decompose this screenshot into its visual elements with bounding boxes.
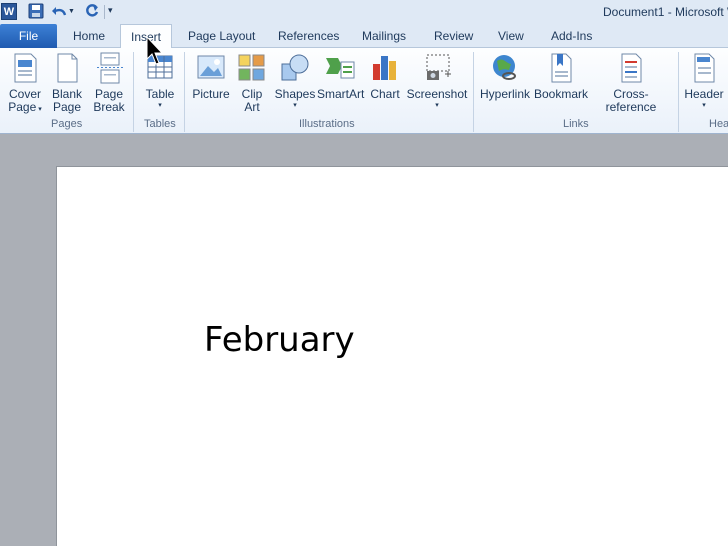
group-divider (678, 52, 679, 132)
cross-reference-icon (621, 53, 642, 83)
window-title: Document1 - Microsoft Word (603, 5, 728, 19)
header-button[interactable]: Header ▾ (684, 52, 724, 110)
header-label: Header (684, 87, 724, 101)
tab-add-ins[interactable]: Add-Ins (551, 24, 592, 48)
group-divider (184, 52, 185, 132)
word-app-icon[interactable]: W (1, 3, 17, 20)
clip-art-label-2: Art (244, 100, 260, 114)
header-icon (694, 53, 715, 83)
hyperlink-button[interactable]: Hyperlink (478, 52, 532, 101)
blank-page-icon (57, 53, 78, 83)
page-break-icon (97, 52, 123, 84)
bookmark-label: Bookmark (533, 87, 589, 101)
undo-icon[interactable] (51, 3, 67, 19)
group-label-links: Links (563, 118, 589, 130)
page-break-label-2: Break (93, 100, 125, 114)
cover-page-label-1: Cover (8, 87, 41, 101)
bookmark-button[interactable]: Bookmark (533, 52, 589, 101)
customize-qat-icon[interactable]: ▾ (108, 5, 113, 16)
tab-review[interactable]: Review (434, 24, 473, 48)
cover-page-button[interactable]: Cover Page ▾ (5, 52, 45, 116)
group-divider (473, 52, 474, 132)
group-label-pages: Pages (51, 118, 83, 130)
tab-view[interactable]: View (498, 24, 524, 48)
cover-page-icon (14, 53, 37, 83)
hyperlink-icon (493, 55, 516, 80)
chart-icon (373, 56, 396, 80)
blank-page-button[interactable]: Blank Page (48, 52, 86, 114)
shapes-label: Shapes (274, 87, 316, 101)
shapes-button[interactable]: Shapes ▾ (274, 52, 316, 110)
shapes-icon (281, 54, 309, 81)
tab-page-layout[interactable]: Page Layout (188, 24, 255, 48)
screenshot-dropdown-icon: ▾ (435, 102, 439, 109)
smartart-label: SmartArt (317, 87, 365, 101)
clip-art-button[interactable]: Clip Art (234, 52, 270, 114)
group-label-header-footer: Header & Footer (709, 118, 728, 130)
hyperlink-label: Hyperlink (479, 87, 530, 101)
smartart-button[interactable]: SmartArt (317, 52, 365, 101)
cross-reference-label: Cross-reference (605, 87, 657, 114)
picture-icon (197, 55, 225, 79)
clip-art-icon (238, 54, 265, 81)
document-workspace: February (0, 134, 728, 546)
tab-mailings[interactable]: Mailings (362, 24, 406, 48)
title-bar: W ▼ ▾ Document1 - Microsoft Word (0, 0, 728, 24)
undo-dropdown-icon[interactable]: ▼ (68, 8, 75, 15)
shapes-dropdown-icon: ▾ (293, 102, 297, 109)
table-dropdown-icon: ▾ (158, 102, 162, 109)
group-divider (133, 52, 134, 132)
smartart-icon (326, 58, 355, 79)
ribbon-insert: Cover Page ▾ Blank Page Page Break Pages (0, 48, 728, 134)
picture-label: Picture (192, 87, 230, 101)
cover-page-label-2: Page (8, 100, 37, 114)
table-label: Table (145, 87, 175, 101)
chart-button[interactable]: Chart (368, 52, 402, 101)
picture-button[interactable]: Picture (191, 52, 231, 101)
bookmark-icon (551, 53, 572, 83)
mouse-cursor-icon (146, 36, 164, 65)
clip-art-label-1: Clip (241, 87, 263, 101)
redo-icon[interactable] (84, 3, 100, 19)
document-page[interactable]: February (56, 166, 728, 546)
page-break-label-1: Page (94, 87, 124, 101)
blank-page-label-1: Blank (51, 87, 83, 101)
ribbon-tabs: File Home Insert Page Layout References … (0, 24, 728, 49)
save-icon[interactable] (28, 3, 44, 19)
page-break-button[interactable]: Page Break (90, 52, 128, 114)
cross-reference-button[interactable]: Cross-reference (590, 52, 672, 114)
blank-page-label-2: Page (52, 100, 82, 114)
tab-home[interactable]: Home (73, 24, 105, 48)
header-dropdown-icon: ▾ (702, 102, 706, 109)
screenshot-icon (426, 54, 451, 80)
document-body-text[interactable]: February (204, 320, 355, 360)
tab-file[interactable]: File (0, 24, 57, 48)
group-label-tables: Tables (144, 118, 176, 130)
chart-label: Chart (370, 87, 400, 101)
screenshot-label: Screenshot (406, 87, 468, 101)
group-label-illustrations: Illustrations (299, 118, 355, 130)
qat-divider (104, 5, 105, 19)
tab-references[interactable]: References (278, 24, 339, 48)
screenshot-button[interactable]: Screenshot ▾ (406, 52, 468, 110)
